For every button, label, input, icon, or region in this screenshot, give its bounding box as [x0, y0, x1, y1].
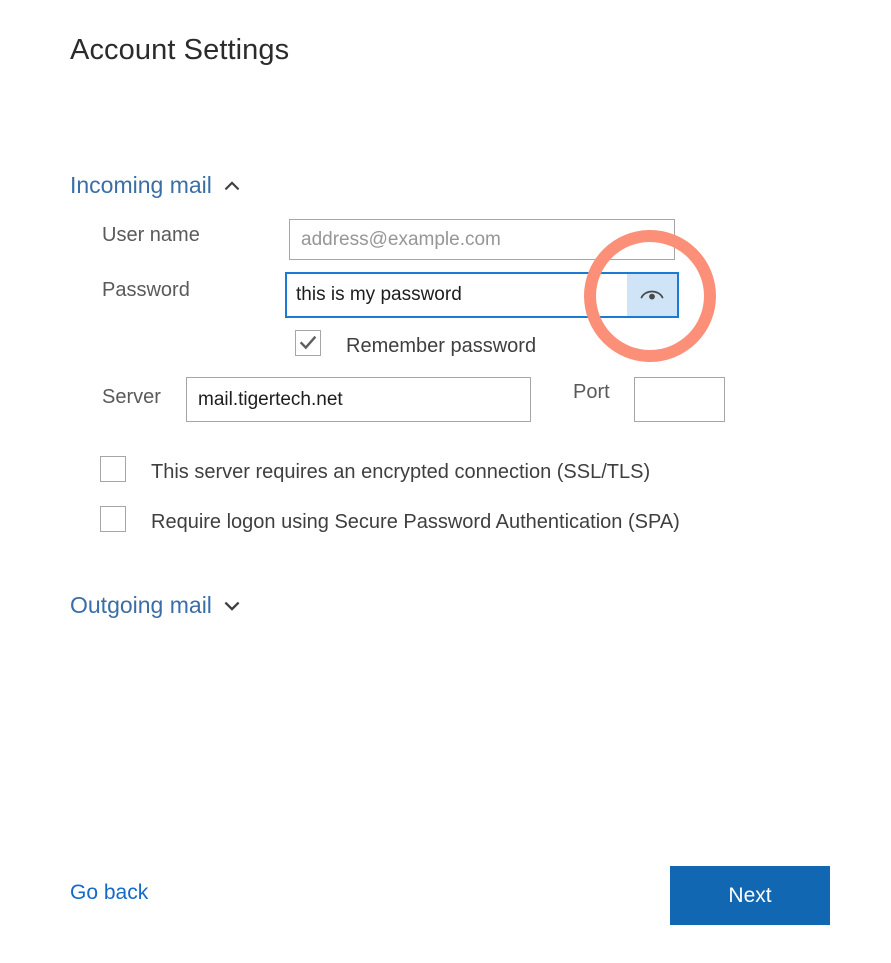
spa-checkbox-label: Require logon using Secure Password Auth… [151, 511, 680, 533]
reveal-password-button[interactable] [627, 274, 677, 316]
remember-password-checkbox[interactable] [295, 330, 321, 356]
password-input[interactable] [287, 274, 627, 316]
remember-password-label: Remember password [346, 335, 537, 357]
ssl-checkbox-row[interactable]: This server requires an encrypted connec… [100, 456, 650, 488]
password-field-wrapper [285, 272, 679, 318]
chevron-down-icon[interactable] [223, 597, 241, 615]
section-header-outgoing-label: Outgoing mail [70, 592, 212, 618]
server-input[interactable] [186, 377, 531, 422]
go-back-link[interactable]: Go back [70, 881, 148, 905]
remember-password-checkbox-row[interactable]: Remember password [295, 330, 536, 362]
page-title: Account Settings [70, 34, 290, 66]
ssl-checkbox[interactable] [100, 456, 126, 482]
username-input[interactable] [289, 219, 675, 260]
server-label: Server [102, 386, 161, 408]
section-header-outgoing-mail[interactable]: Outgoing mail [70, 592, 241, 619]
eye-icon [639, 287, 665, 303]
next-button[interactable]: Next [670, 866, 830, 925]
chevron-up-icon[interactable] [223, 177, 241, 195]
port-label: Port [573, 381, 610, 403]
section-header-incoming-label: Incoming mail [70, 172, 212, 198]
port-input[interactable] [634, 377, 725, 422]
spa-checkbox-row[interactable]: Require logon using Secure Password Auth… [100, 506, 740, 538]
password-label: Password [102, 279, 190, 301]
section-header-incoming-mail[interactable]: Incoming mail [70, 172, 241, 199]
ssl-checkbox-label: This server requires an encrypted connec… [151, 461, 651, 483]
username-label: User name [102, 224, 200, 246]
spa-checkbox[interactable] [100, 506, 126, 532]
